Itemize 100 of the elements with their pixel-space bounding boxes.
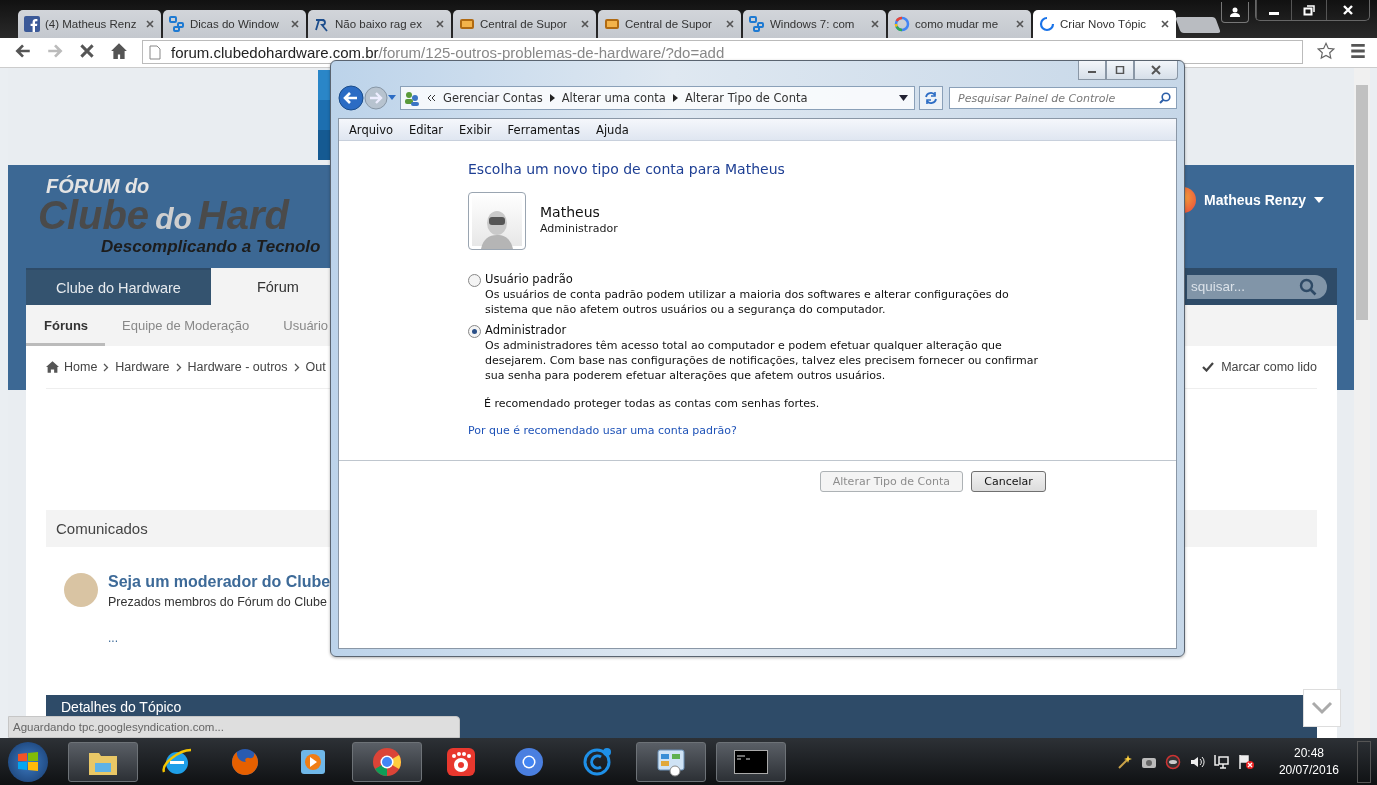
menu-item[interactable]: Ferramentas xyxy=(499,122,589,137)
taskbar-app[interactable] xyxy=(352,741,422,782)
chevron-icon xyxy=(175,362,182,372)
browser-tab[interactable]: Central de Supor xyxy=(598,10,741,38)
home-icon[interactable] xyxy=(110,42,128,60)
console-window-icon xyxy=(734,749,768,774)
wand-icon[interactable] xyxy=(1116,753,1133,770)
clock-time: 20:48 xyxy=(1293,744,1324,762)
dialog-button[interactable]: Cancelar xyxy=(971,471,1046,492)
arrow-icon xyxy=(549,94,555,102)
check-icon xyxy=(1202,362,1215,372)
close-icon[interactable] xyxy=(1015,19,1025,29)
breadcrumb-item[interactable]: Gerenciar Contas xyxy=(443,91,543,105)
network-icon xyxy=(749,16,765,32)
breadcrumb-item[interactable]: Alterar Tipo de Conta xyxy=(684,91,808,105)
menu-item[interactable]: Editar xyxy=(401,122,452,137)
close-icon xyxy=(1150,65,1162,75)
taskbar-app[interactable] xyxy=(636,741,706,782)
breadcrumb-item[interactable]: Alterar uma conta xyxy=(561,91,666,105)
caret-icon xyxy=(1314,197,1324,203)
refresh-button[interactable] xyxy=(919,86,943,110)
chevron-icon xyxy=(103,362,110,372)
dialog-heading: Escolha um novo tipo de conta para Matheus xyxy=(468,161,785,177)
chevron-down-icon xyxy=(1311,701,1333,715)
close-icon[interactable] xyxy=(870,19,880,29)
page-icon xyxy=(149,44,161,60)
browser-tab[interactable]: (4) Matheus Renz xyxy=(18,10,161,38)
taskbar-app[interactable] xyxy=(68,741,138,782)
announcement-title[interactable]: Seja um moderador do Clube xyxy=(108,573,331,591)
breadcrumb-link[interactable]: Hardware xyxy=(115,360,170,374)
clock[interactable]: 20:48 20/07/2016 xyxy=(1278,744,1339,779)
show-desktop-button[interactable] xyxy=(1357,740,1371,783)
read-more-link[interactable]: ... xyxy=(108,631,118,645)
maximize-button[interactable] xyxy=(1106,61,1134,80)
caret-icon[interactable] xyxy=(899,95,908,101)
g-logo-icon xyxy=(894,16,910,32)
status-bubble: Aguardando tpc.googlesyndication.com... xyxy=(8,716,460,738)
scrollbar[interactable] xyxy=(1354,68,1370,738)
browser-tab[interactable]: como mudar me xyxy=(888,10,1031,38)
minimize-button[interactable] xyxy=(1078,61,1106,80)
network-icon[interactable] xyxy=(1212,753,1229,770)
option-description: Os administradores têm acesso total ao computador e podem efetuar qualquer alteração que desejarem. Com base nas configurações de notificações, talvez eles precisem fornecer ou confirmar sua senha para poderem efetuar alterações que afetem outros usuários. xyxy=(485,338,1040,383)
logo-text: Clube xyxy=(38,197,150,233)
taskbar-app[interactable] xyxy=(716,741,786,782)
menu-item[interactable]: Exibir xyxy=(451,122,500,137)
browser-tab[interactable]: Windows 7: com xyxy=(743,10,886,38)
close-icon[interactable] xyxy=(145,19,155,29)
help-link[interactable]: Por que é recomendado usar uma conta padrão? xyxy=(468,424,737,437)
search-icon xyxy=(1299,277,1317,296)
new-tab-button[interactable] xyxy=(1175,17,1221,33)
option-description: Os usuários de conta padrão podem utilizar a maioria dos softwares e alterar configurações do sistema que não afetem outros usuários ou a segurança do computador. xyxy=(485,287,1010,317)
mark-read-link[interactable]: Marcar como lido xyxy=(1202,360,1317,374)
browser-tab[interactable]: Não baixo rag ex xyxy=(308,10,451,38)
radio-button[interactable] xyxy=(468,274,481,287)
radio-label[interactable]: Usuário padrão xyxy=(485,272,573,286)
browser-tab[interactable]: Criar Novo Tópic xyxy=(1033,10,1176,38)
home-icon xyxy=(46,361,59,373)
menu-item[interactable]: Ajuda xyxy=(588,122,637,137)
stop-icon[interactable] xyxy=(78,42,96,60)
logo-text: FÓRUM do xyxy=(46,175,151,197)
nav-tab[interactable]: Clube do Hardware xyxy=(26,270,211,305)
browser-tab[interactable]: Central de Supor xyxy=(453,10,596,38)
breadcrumb-link[interactable]: Hardware - outros xyxy=(187,360,288,374)
badge-icon xyxy=(604,16,620,32)
breadcrumb-link[interactable]: Out xyxy=(305,360,326,374)
search-field[interactable]: Pesquisar Painel de Controle xyxy=(949,87,1177,109)
restore-icon xyxy=(1303,4,1315,16)
c-logo-icon xyxy=(581,745,613,778)
note-text: É recomendado proteger todas as contas com senhas fortes. xyxy=(484,397,820,410)
circle-logo-icon xyxy=(371,745,403,778)
maximize-icon xyxy=(1115,66,1125,74)
star-icon[interactable] xyxy=(1317,42,1335,60)
refresh-icon xyxy=(924,91,938,105)
close-icon[interactable] xyxy=(1160,19,1170,29)
close-icon[interactable] xyxy=(580,19,590,29)
account-type: Administrador xyxy=(540,222,618,235)
avatar xyxy=(64,573,98,607)
close-icon[interactable] xyxy=(435,19,445,29)
close-icon[interactable] xyxy=(725,19,735,29)
close-icon xyxy=(1342,4,1354,16)
script-icon xyxy=(314,16,330,32)
logo-tagline: Descomplicando a Tecnolo xyxy=(101,237,322,257)
address-bar[interactable]: Gerenciar Contas Alterar uma conta Alterar Tipo de Conta xyxy=(400,86,915,110)
section-title: Comunicados xyxy=(56,520,148,537)
menu-item[interactable]: Arquivo xyxy=(341,122,402,137)
browser-tab[interactable]: Dicas do Window xyxy=(163,10,306,38)
radio-label[interactable]: Administrador xyxy=(485,323,567,337)
profile-button[interactable] xyxy=(1221,2,1249,23)
announcement-excerpt: Prezados membros do Fórum do Clube xyxy=(108,595,327,609)
loading-spinner-icon xyxy=(1039,16,1055,32)
close-icon[interactable] xyxy=(290,19,300,29)
back-arrow-icon[interactable] xyxy=(14,42,32,60)
radio-button[interactable] xyxy=(468,325,481,338)
flag-error-icon[interactable] xyxy=(1236,753,1255,770)
start-button[interactable] xyxy=(8,741,48,782)
menu-icon[interactable] xyxy=(1349,42,1367,60)
person-icon xyxy=(1229,6,1241,18)
f-logo-icon xyxy=(24,16,40,32)
minimize-icon xyxy=(1269,11,1279,15)
breadcrumb-link[interactable]: Home xyxy=(64,360,98,374)
